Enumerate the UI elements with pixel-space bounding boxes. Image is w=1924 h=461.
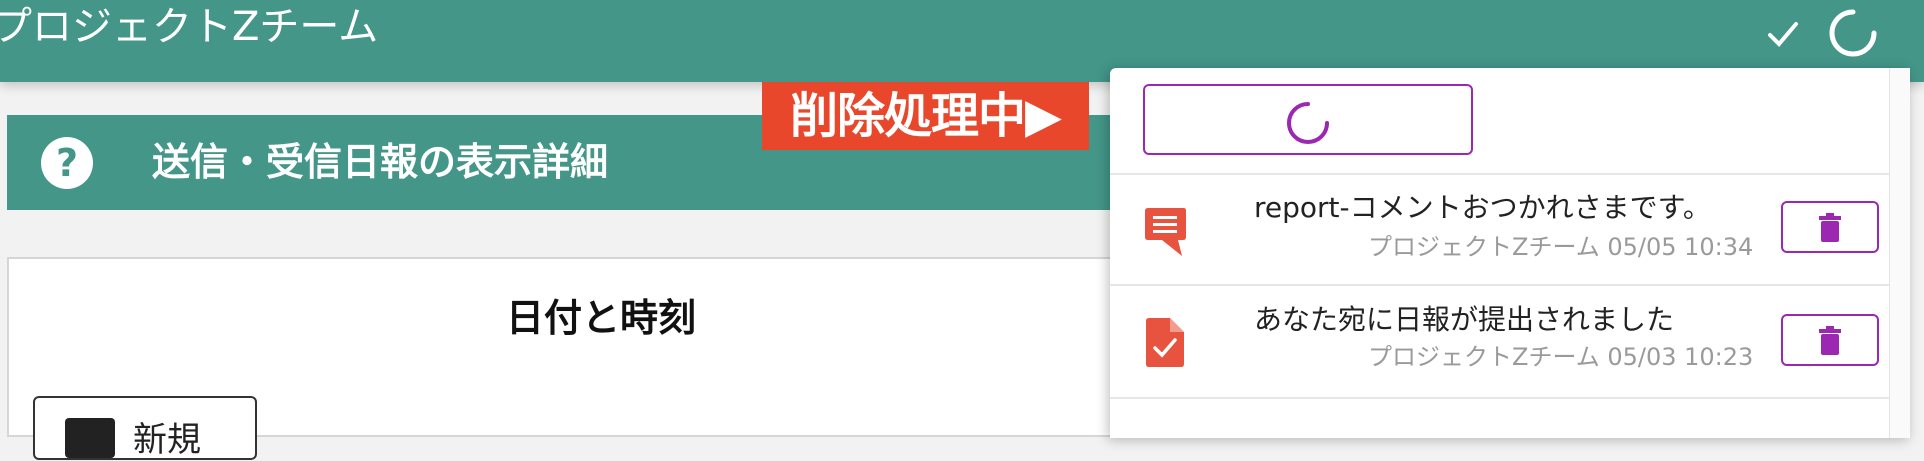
spinner-icon: [1287, 102, 1329, 144]
card-title: 日付と時刻: [506, 296, 697, 340]
app-title: プロジェクトZチーム: [0, 4, 379, 50]
notification-meta: プロジェクトZチーム 05/05 10:34: [1368, 233, 1754, 261]
check-icon[interactable]: [1764, 16, 1802, 52]
help-icon[interactable]: ?: [41, 137, 93, 189]
load-more-button[interactable]: [1143, 84, 1473, 155]
trash-icon: [1819, 326, 1841, 355]
new-icon: [65, 418, 115, 458]
comment-icon: [1145, 208, 1186, 256]
delete-button[interactable]: [1781, 201, 1879, 253]
new-button[interactable]: 新規: [33, 396, 257, 460]
spinner-icon[interactable]: [1826, 6, 1880, 60]
notification-panel: report-コメントおつかれさまです。 プロジェクトZチーム 05/05 10…: [1110, 68, 1910, 438]
datetime-card: 日付と時刻 新規: [7, 257, 1137, 460]
delete-button[interactable]: [1781, 314, 1879, 366]
trash-icon: [1819, 213, 1841, 242]
notification-message: あなた宛に日報が提出されました: [1254, 303, 1675, 336]
deleting-status-banner: 削除処理中▶: [762, 82, 1089, 150]
section-title: 送信・受信日報の表示詳細: [152, 140, 609, 184]
new-button-label: 新規: [133, 420, 201, 460]
notification-meta: プロジェクトZチーム 05/03 10:23: [1368, 343, 1754, 371]
notification-item[interactable]: あなた宛に日報が提出されました プロジェクトZチーム 05/03 10:23: [1110, 286, 1890, 396]
document-check-icon: [1146, 318, 1184, 367]
notification-message: report-コメントおつかれさまです。: [1254, 191, 1711, 224]
divider: [1110, 397, 1890, 399]
notification-item[interactable]: report-コメントおつかれさまです。 プロジェクトZチーム 05/05 10…: [1110, 175, 1890, 285]
scrollbar[interactable]: [1889, 68, 1910, 438]
